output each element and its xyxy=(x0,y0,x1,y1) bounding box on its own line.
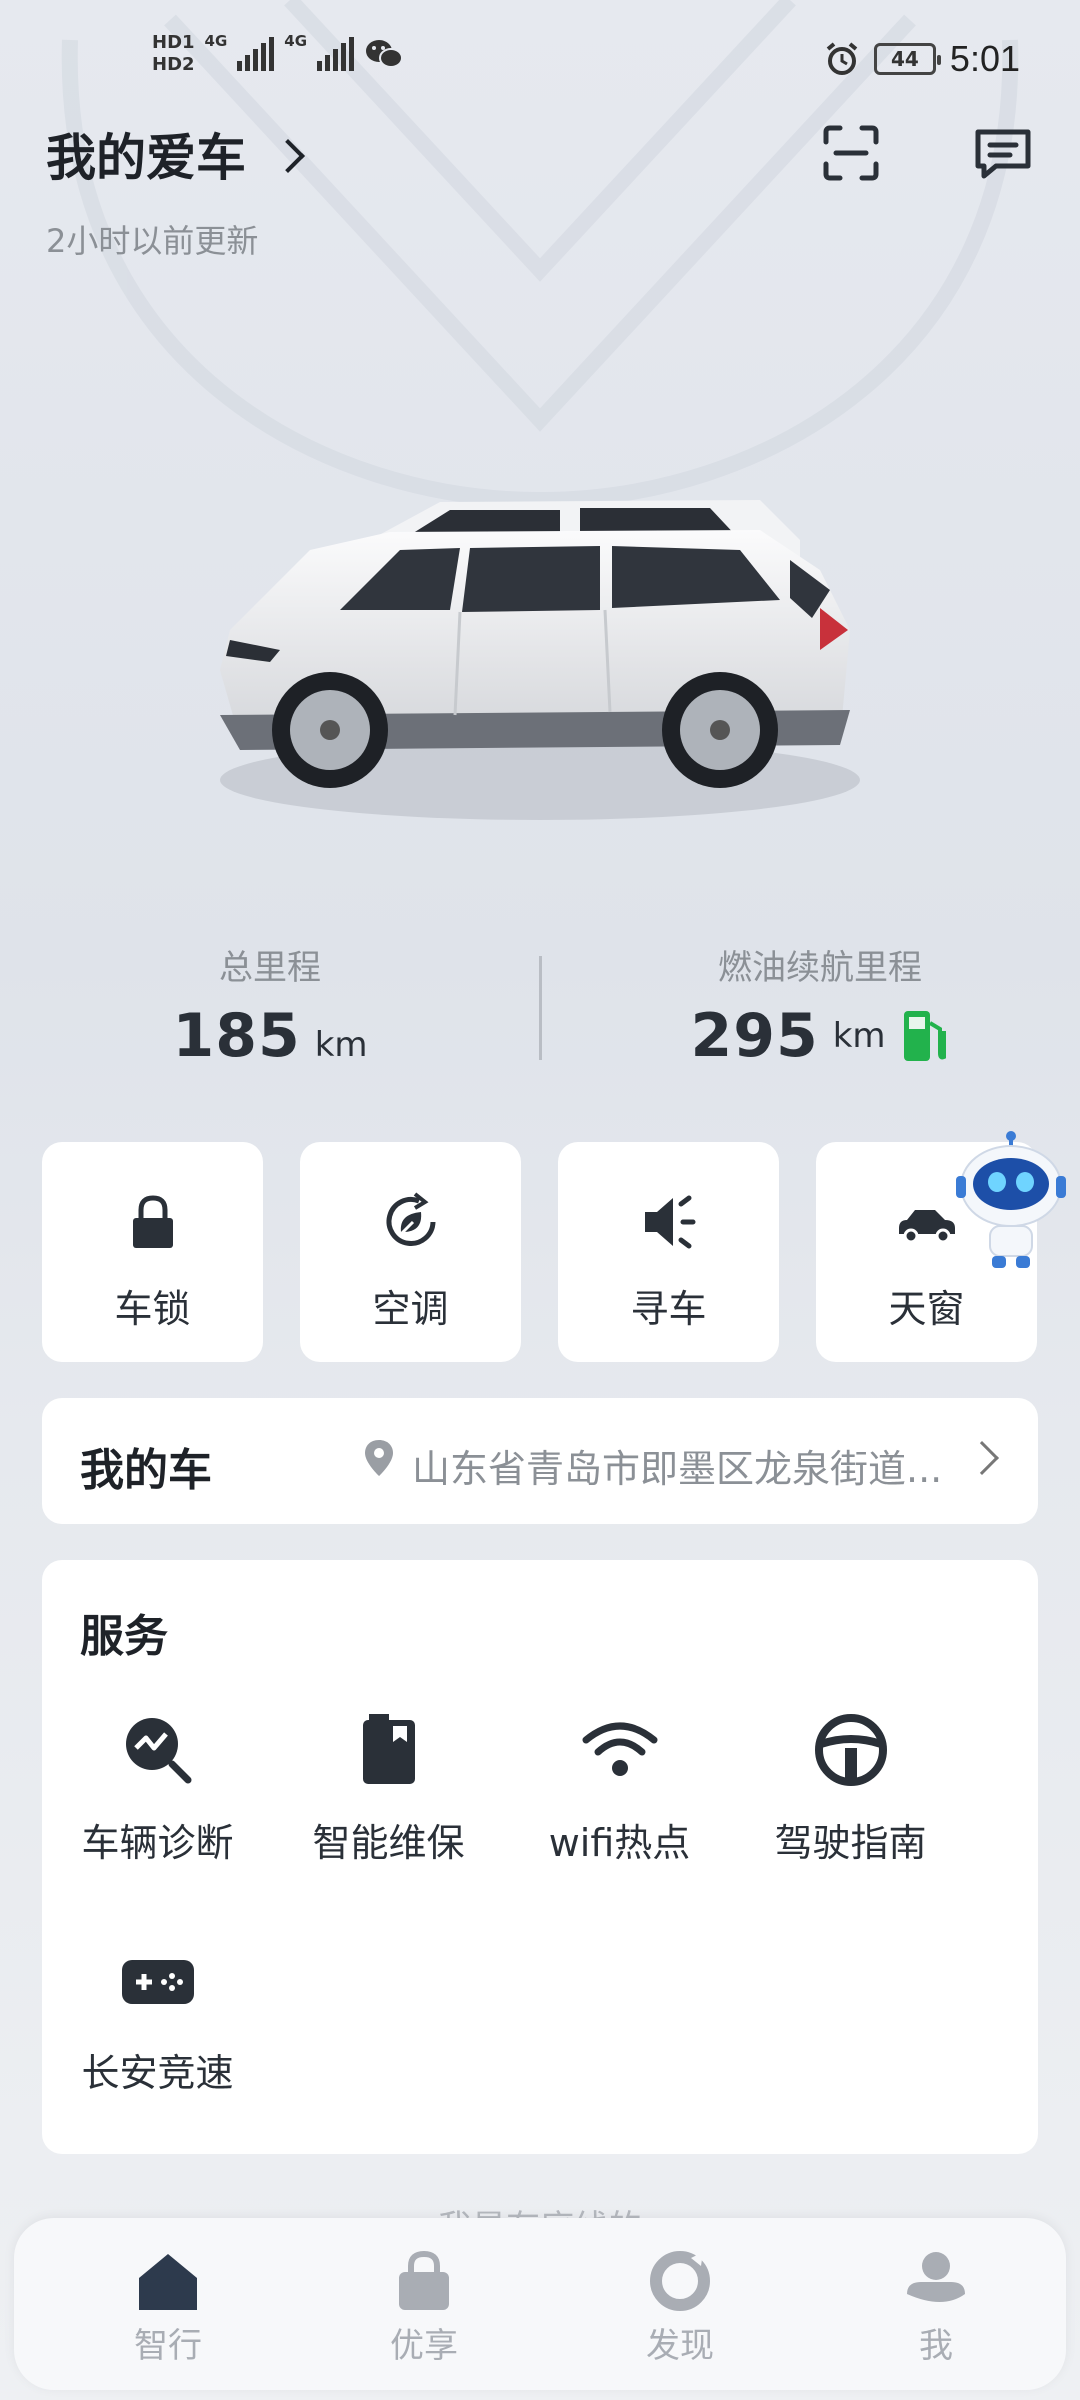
ac-icon xyxy=(386,1192,435,1246)
nav-tab-profile[interactable]: 我 xyxy=(856,2248,1016,2367)
diagnosis-icon xyxy=(125,1718,191,1784)
bottom-nav: 智行 优享 发现 我 xyxy=(14,2218,1066,2390)
discover-icon xyxy=(650,2251,710,2311)
total-mileage: 总里程 185 km xyxy=(172,948,368,1071)
bag-icon xyxy=(399,2250,449,2310)
service-wifi-hotspot[interactable]: wifi热点 xyxy=(504,1710,735,1867)
home-icon xyxy=(139,2254,197,2310)
service-driving-guide[interactable]: 驾驶指南 xyxy=(735,1710,966,1867)
services-title: 服务 xyxy=(80,1611,168,1662)
service-vehicle-diagnosis[interactable]: 车辆诊断 xyxy=(42,1710,273,1867)
nav-tab-benefits[interactable]: 优享 xyxy=(344,2248,504,2367)
assistant-robot-icon[interactable] xyxy=(952,1130,1070,1270)
stats-divider xyxy=(539,956,542,1060)
status-bar: HD1 HD2 4G 4G 44 5:01 xyxy=(0,20,1080,100)
steering-wheel-icon xyxy=(814,1714,887,1786)
network-type-2: 4G xyxy=(284,32,308,50)
service-changan-racing[interactable]: 长安竞速 xyxy=(42,1940,273,2097)
my-car-card[interactable]: 我的车 山东省青岛市即墨区龙泉街道... xyxy=(42,1398,1038,1524)
wechat-icon xyxy=(366,40,404,68)
car-roof-icon xyxy=(898,1210,955,1244)
maintenance-icon xyxy=(362,1714,415,1784)
clock: 5:01 xyxy=(949,38,1020,79)
profile-icon xyxy=(907,2252,965,2302)
fuel-range-value: 295 xyxy=(690,1001,819,1071)
car-image xyxy=(220,500,860,820)
my-car-title: 我的车 xyxy=(80,1445,212,1496)
fuel-pump-icon xyxy=(903,1011,946,1061)
nav-tab-home[interactable]: 智行 xyxy=(88,2248,248,2367)
fuel-range: 燃油续航里程 295 km xyxy=(660,940,980,1071)
location-pin-icon xyxy=(365,1440,393,1476)
lock-control[interactable]: 车锁 xyxy=(42,1142,263,1362)
wifi-icon xyxy=(582,1722,657,1776)
total-mileage-value: 185 xyxy=(172,1001,301,1071)
services-card: 服务 车辆诊断 智能维保 wifi热点 驾驶指南 长安竞速 xyxy=(42,1560,1038,2154)
alarm-icon xyxy=(826,42,858,75)
chevron-right-icon xyxy=(271,139,305,173)
signal-icon xyxy=(317,37,355,71)
update-time: 2小时以前更新 xyxy=(46,222,259,260)
network-type-1: 4G xyxy=(204,32,228,50)
service-smart-maintenance[interactable]: 智能维保 xyxy=(273,1710,504,1867)
gamepad-icon xyxy=(121,1960,194,2004)
find-car-control[interactable]: 寻车 xyxy=(558,1142,779,1362)
car-location-address: 山东省青岛市即墨区龙泉街道... xyxy=(412,1447,943,1491)
page-title[interactable]: 我的爱车 xyxy=(46,118,305,190)
nav-tab-discover[interactable]: 发现 xyxy=(600,2248,760,2367)
message-icon[interactable] xyxy=(970,120,1036,186)
scan-icon[interactable] xyxy=(818,120,884,186)
battery-icon: 44 xyxy=(873,43,941,75)
ac-control[interactable]: 空调 xyxy=(300,1142,521,1362)
lock-icon xyxy=(132,1195,173,1248)
signal-icon xyxy=(237,37,275,71)
horn-icon xyxy=(644,1195,695,1249)
sim-indicator: HD1 HD2 xyxy=(152,32,195,75)
